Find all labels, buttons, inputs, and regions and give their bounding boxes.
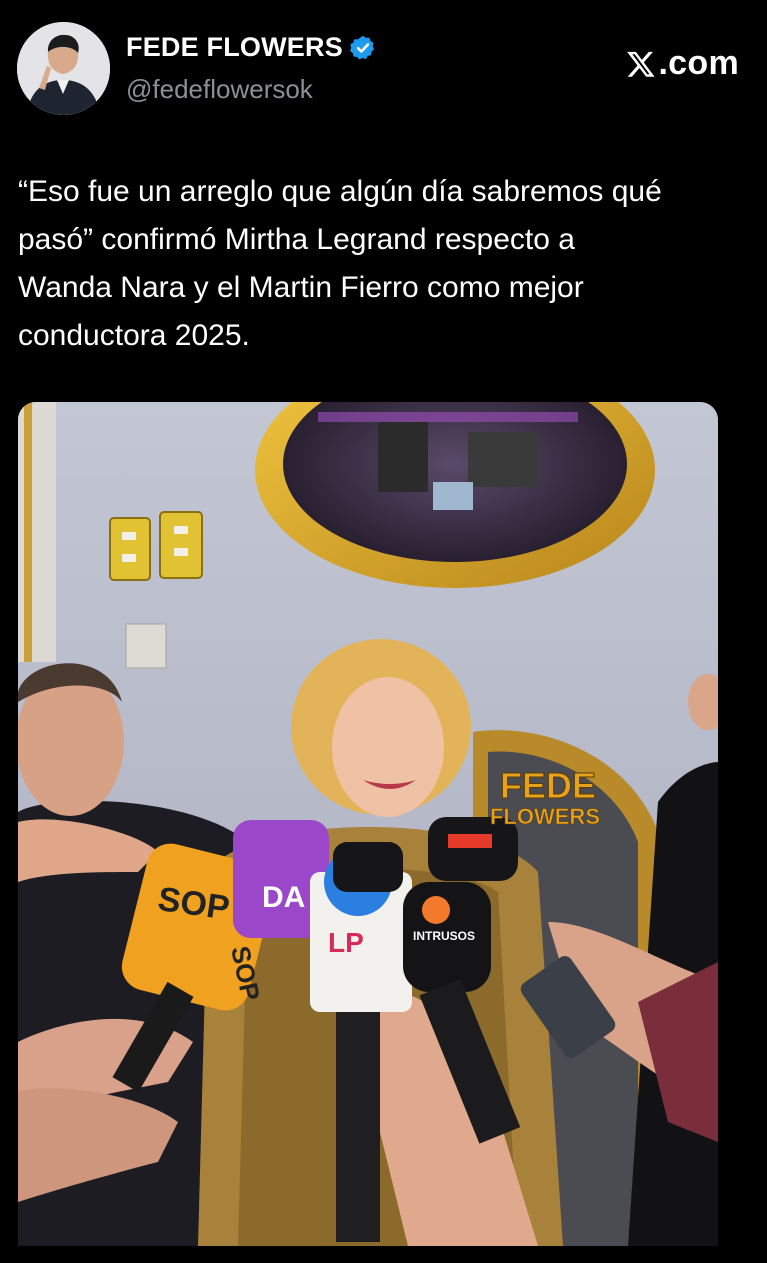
svg-text:FEDE: FEDE: [500, 765, 596, 806]
author-handle[interactable]: @fedeflowersok: [126, 74, 313, 105]
x-logo-icon: [627, 51, 656, 77]
author-avatar[interactable]: [17, 22, 110, 115]
avatar-photo: [17, 22, 110, 115]
svg-text:INTRUSOS: INTRUSOS: [413, 929, 475, 943]
svg-text:FLOWERS: FLOWERS: [490, 804, 600, 829]
post-text: “Eso fue un arreglo que algún día sabrem…: [18, 175, 662, 352]
post-media-image[interactable]: SOP SOP DA LP INTRUSOS FEDE FLOWERS: [18, 402, 718, 1246]
post-header: FEDE FLOWERS @fedeflowersok .com: [0, 0, 767, 130]
author-name-row: FEDE FLOWERS: [126, 32, 377, 63]
verified-badge-icon: [349, 35, 374, 60]
svg-text:LP: LP: [328, 927, 364, 958]
svg-text:DA: DA: [262, 881, 305, 914]
author-display-name[interactable]: FEDE FLOWERS: [126, 32, 343, 63]
x-com-link[interactable]: .com: [626, 44, 739, 83]
media-photo: SOP SOP DA LP INTRUSOS FEDE FLOWERS: [18, 402, 718, 1246]
brand-domain-label: .com: [658, 44, 739, 82]
